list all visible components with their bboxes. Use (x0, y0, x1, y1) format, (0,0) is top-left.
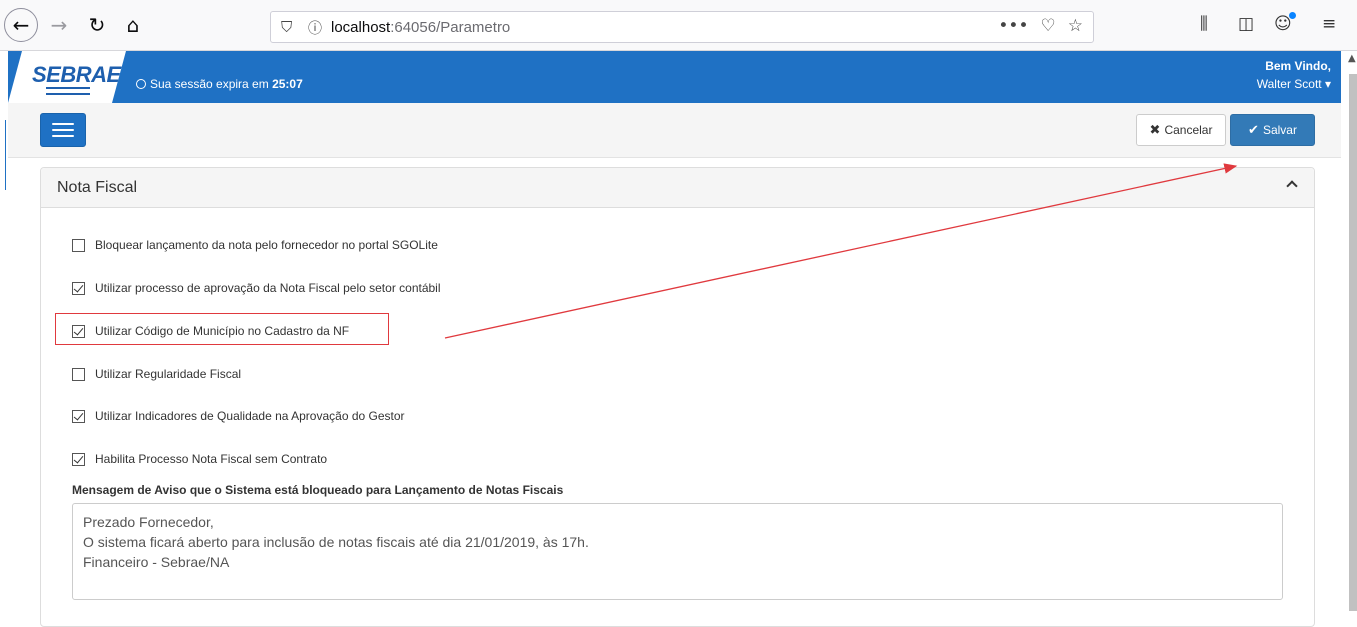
option-quality-indicators[interactable]: Utilizar Indicadores de Qualidade na Apr… (72, 406, 405, 426)
app-header: SEBRAE Sua sessão expira em 25:07 Bem Vi… (8, 51, 1341, 103)
save-label: Salvar (1262, 123, 1297, 137)
url-host: localhost (331, 19, 391, 36)
sidebar-toggle-icon[interactable]: ◫ (1238, 14, 1254, 34)
user-name[interactable]: Walter Scott ▾ (1257, 75, 1331, 93)
user-menu[interactable]: Bem Vindo, Walter Scott ▾ (1257, 57, 1331, 93)
url-bar[interactable]: ⛉ ⓘ localhost:64056/Parametro ••• ♡ ☆ (270, 11, 1094, 43)
clock-icon (136, 79, 146, 89)
site-info-icon[interactable]: ⓘ (308, 18, 322, 38)
cancel-button[interactable]: ✖ Cancelar (1136, 114, 1226, 146)
hamburger-menu-icon[interactable]: ≡ (1322, 14, 1336, 34)
action-toolbar: ✖ Cancelar ✔ Salvar (8, 103, 1341, 158)
message-textarea[interactable]: Prezado Fornecedor, O sistema ficará abe… (72, 503, 1283, 600)
checkbox[interactable] (72, 452, 85, 466)
scroll-up-arrow-icon[interactable]: ▲ (1348, 53, 1356, 64)
checkbox[interactable] (72, 238, 85, 252)
menu-bar-1 (52, 123, 74, 125)
session-prefix: Sua sessão expira em (150, 77, 269, 91)
panel-heading[interactable]: Nota Fiscal (41, 168, 1314, 208)
menu-bar-3 (52, 135, 74, 137)
checkbox[interactable] (72, 367, 85, 381)
home-icon[interactable]: ⌂ (118, 10, 148, 40)
bookmark-star-icon[interactable]: ☆ (1068, 16, 1083, 36)
close-icon: ✖ (1149, 122, 1161, 138)
save-button[interactable]: ✔ Salvar (1230, 114, 1315, 146)
option-label: Bloquear lançamento da nota pelo fornece… (95, 238, 438, 252)
url-path: :64056/Parametro (390, 19, 511, 36)
page-actions-icon[interactable]: ••• (998, 16, 1028, 36)
pocket-icon[interactable]: ♡ (1041, 16, 1056, 36)
option-block-supplier[interactable]: Bloquear lançamento da nota pelo fornece… (72, 235, 438, 255)
message-line-3: Financeiro - Sebrae/NA (83, 554, 230, 570)
welcome-text: Bem Vindo, (1265, 59, 1331, 73)
option-label: Utilizar Indicadores de Qualidade na Apr… (95, 409, 405, 423)
checkbox[interactable] (72, 409, 85, 423)
forward-arrow-icon[interactable]: → (44, 10, 74, 40)
option-label: Utilizar processo de aprovação da Nota F… (95, 281, 441, 295)
sidebar-menu-button[interactable] (40, 113, 86, 147)
message-line-2: O sistema ficará aberto para inclusão de… (83, 534, 589, 550)
notification-dot (1289, 12, 1296, 19)
menu-bar-2 (52, 129, 74, 131)
chevron-up-icon[interactable] (1286, 180, 1298, 192)
checkbox[interactable] (72, 281, 85, 295)
annotation-highlight-box (55, 313, 389, 345)
browser-toolbar: ← → ↻ ⌂ ⛉ ⓘ localhost:64056/Parametro ••… (0, 0, 1357, 51)
logo[interactable]: SEBRAE (8, 51, 126, 103)
logo-stripes (46, 87, 90, 95)
left-edge-line (5, 120, 6, 190)
cancel-label: Cancelar (1164, 123, 1213, 137)
option-no-contract[interactable]: Habilita Processo Nota Fiscal sem Contra… (72, 449, 327, 469)
session-timer: Sua sessão expira em 25:07 (136, 77, 303, 91)
library-icon[interactable]: ⫼ (1200, 14, 1208, 34)
scrollbar-thumb[interactable] (1349, 74, 1357, 611)
check-icon: ✔ (1248, 122, 1259, 138)
session-time: 25:07 (272, 77, 303, 91)
option-label: Utilizar Regularidade Fiscal (95, 367, 242, 381)
back-arrow-icon[interactable]: ← (4, 8, 38, 42)
message-label: Mensagem de Aviso que o Sistema está blo… (72, 483, 564, 497)
panel-title: Nota Fiscal (57, 179, 138, 196)
option-accounting-approval[interactable]: Utilizar processo de aprovação da Nota F… (72, 278, 441, 298)
tracking-shield-icon[interactable]: ⛉ (281, 18, 292, 36)
reload-icon[interactable]: ↻ (82, 10, 112, 40)
option-fiscal-regularity[interactable]: Utilizar Regularidade Fiscal (72, 364, 241, 384)
logo-text: SEBRAE (32, 62, 121, 87)
url-text[interactable]: localhost:64056/Parametro (331, 19, 510, 36)
option-label: Habilita Processo Nota Fiscal sem Contra… (95, 452, 328, 466)
message-line-1: Prezado Fornecedor, (83, 514, 214, 530)
